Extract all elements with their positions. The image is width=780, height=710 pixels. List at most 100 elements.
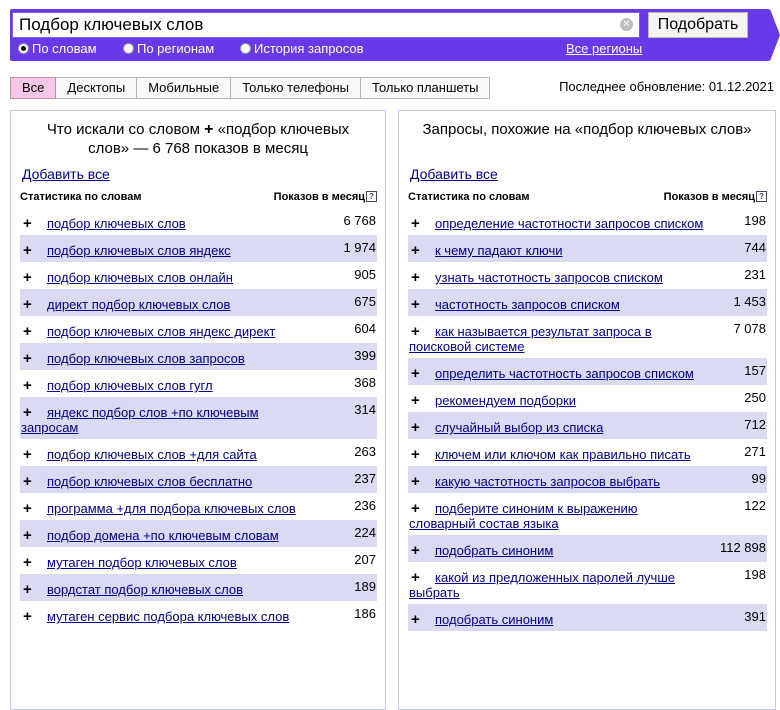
row-text: + мутаген подбор ключевых слов	[21, 552, 316, 570]
phrase-link[interactable]: подобрать синоним	[435, 543, 553, 558]
phrase-link[interactable]: подбор ключевых слов +для сайта	[47, 447, 257, 462]
phrase-link[interactable]: подбор ключевых слов яндекс директ	[47, 324, 275, 339]
add-plus-icon[interactable]: +	[21, 324, 47, 339]
phrase-link[interactable]: подобрать синоним	[435, 612, 553, 627]
add-all-link[interactable]: Добавить все	[22, 166, 110, 182]
row-text: + подбор домена +по ключевым словам	[21, 525, 316, 543]
add-plus-icon[interactable]: +	[21, 582, 47, 597]
header: ✕ Подобрать По словам По регионам Истори…	[0, 0, 780, 64]
phrase-link[interactable]: подбор ключевых слов онлайн	[47, 270, 233, 285]
add-plus-icon[interactable]: +	[21, 270, 47, 285]
table-row: + определить частотность запросов списком…	[408, 358, 767, 385]
phrase-link[interactable]: вордстат подбор ключевых слов	[47, 582, 243, 597]
phrase-link[interactable]: подбор домена +по ключевым словам	[47, 528, 279, 543]
phrase-link[interactable]: подбор ключевых слов запросов	[47, 351, 245, 366]
add-plus-icon[interactable]: +	[409, 324, 435, 339]
phrase-link[interactable]: директ подбор ключевых слов	[47, 297, 230, 312]
phrase-link[interactable]: узнать частотность запросов списком	[435, 270, 663, 285]
phrase-link[interactable]: яндекс подбор слов +по ключевым запросам	[21, 405, 259, 435]
table-row: + мутаген подбор ключевых слов 207	[20, 547, 377, 574]
phrase-link[interactable]: частотность запросов списком	[435, 297, 620, 312]
tab-tablets-only[interactable]: Только планшеты	[361, 77, 491, 99]
add-plus-icon[interactable]: +	[21, 378, 47, 393]
phrase-link[interactable]: подбор ключевых слов	[47, 216, 186, 231]
col-count-label: Показов в месяц	[663, 191, 755, 203]
row-text: + ключем или ключом как правильно писать	[409, 444, 704, 462]
phrase-link[interactable]: как называется результат запроса в поиск…	[409, 324, 652, 354]
row-text: + рекомендуем подборки	[409, 390, 704, 408]
add-plus-icon[interactable]: +	[21, 474, 47, 489]
add-plus-icon[interactable]: +	[21, 351, 47, 366]
add-plus-icon[interactable]: +	[409, 366, 435, 381]
submit-button[interactable]: Подобрать	[648, 12, 748, 38]
search-box[interactable]: ✕	[12, 12, 640, 38]
add-plus-icon[interactable]: +	[21, 447, 47, 462]
add-plus-icon[interactable]: +	[409, 243, 435, 258]
radio-by-regions[interactable]: По регионам	[123, 41, 214, 56]
add-plus-icon[interactable]: +	[21, 297, 47, 312]
phrase-link[interactable]: мутаген сервис подбора ключевых слов	[47, 609, 289, 624]
phrase-link[interactable]: подбор ключевых слов бесплатно	[47, 474, 252, 489]
radio-checked-icon[interactable]	[18, 43, 29, 54]
add-plus-icon[interactable]: +	[409, 570, 435, 585]
phrase-link[interactable]: определить частотность запросов списком	[435, 366, 694, 381]
words-column: Что искали со словом + «подбор ключевых …	[10, 110, 386, 710]
add-plus-icon[interactable]: +	[409, 297, 435, 312]
add-plus-icon[interactable]: +	[409, 543, 435, 558]
phrase-link[interactable]: рекомендуем подборки	[435, 393, 576, 408]
table-row: + подбор ключевых слов гугл 368	[20, 370, 377, 397]
phrase-link[interactable]: какую частотность запросов выбрать	[435, 474, 660, 489]
similar-list: + определение частотности запросов списко…	[408, 208, 767, 631]
radio-by-words[interactable]: По словам	[18, 41, 97, 56]
tab-all[interactable]: Все	[10, 77, 57, 99]
add-plus-icon[interactable]: +	[409, 420, 435, 435]
row-text: + определение частотности запросов списко…	[409, 213, 704, 231]
radio-label: По словам	[32, 41, 97, 56]
phrase-link[interactable]: подбор ключевых слов яндекс	[47, 243, 231, 258]
add-plus-icon[interactable]: +	[21, 405, 47, 420]
help-icon[interactable]: ?	[366, 191, 377, 202]
add-plus-icon[interactable]: +	[409, 270, 435, 285]
add-plus-icon[interactable]: +	[21, 555, 47, 570]
add-plus-icon[interactable]: +	[21, 243, 47, 258]
col-words-header: Статистика по словам	[408, 191, 530, 203]
phrase-link[interactable]: какой из предложенных паролей лучше выбр…	[409, 570, 675, 600]
phrase-link[interactable]: ключем или ключом как правильно писать	[435, 447, 691, 462]
phrase-link[interactable]: программа +для подбора ключевых слов	[47, 501, 296, 516]
table-header: Статистика по словам Показов в месяц?	[408, 191, 767, 205]
tab-mobile[interactable]: Мобильные	[137, 77, 232, 99]
radio-icon[interactable]	[240, 43, 251, 54]
tab-desktops[interactable]: Десктопы	[56, 77, 138, 99]
title-text: Что искали со словом	[46, 121, 200, 138]
add-plus-icon[interactable]: +	[409, 612, 435, 627]
radio-history[interactable]: История запросов	[240, 41, 364, 56]
phrase-link[interactable]: мутаген подбор ключевых слов	[47, 555, 237, 570]
impressions-count: 399	[354, 348, 376, 363]
add-plus-icon[interactable]: +	[409, 474, 435, 489]
radio-label: История запросов	[254, 41, 364, 56]
add-plus-icon[interactable]: +	[409, 216, 435, 231]
add-plus-icon[interactable]: +	[21, 501, 47, 516]
tab-phones-only[interactable]: Только телефоны	[231, 77, 362, 99]
row-text: + подбор ключевых слов +для сайта	[21, 444, 316, 462]
phrase-link[interactable]: подбор ключевых слов гугл	[47, 378, 213, 393]
phrase-link[interactable]: определение частотности запросов списком	[435, 216, 703, 231]
add-plus-icon[interactable]: +	[409, 393, 435, 408]
add-plus-icon[interactable]: +	[21, 528, 47, 543]
all-regions-link[interactable]: Все регионы	[566, 41, 642, 56]
add-plus-icon[interactable]: +	[409, 501, 435, 516]
search-input[interactable]	[13, 13, 625, 37]
help-icon[interactable]: ?	[756, 191, 767, 202]
phrase-link[interactable]: подберите синоним к выражению словарный …	[409, 501, 638, 531]
add-plus-icon[interactable]: +	[21, 216, 47, 231]
add-all-link[interactable]: Добавить все	[410, 166, 498, 182]
phrase-link[interactable]: к чему падают ключи	[435, 243, 563, 258]
row-text: + подберите синоним к выражению словарный…	[409, 498, 704, 531]
add-plus-icon[interactable]: +	[409, 447, 435, 462]
words-list: + подбор ключевых слов 6 768 + подбор ключев…	[20, 208, 377, 628]
row-text: + какой из предложенных паролей лучше выб…	[409, 567, 704, 600]
clear-icon[interactable]: ✕	[620, 18, 633, 31]
add-plus-icon[interactable]: +	[21, 609, 47, 624]
radio-icon[interactable]	[123, 43, 134, 54]
phrase-link[interactable]: случайный выбор из списка	[435, 420, 603, 435]
